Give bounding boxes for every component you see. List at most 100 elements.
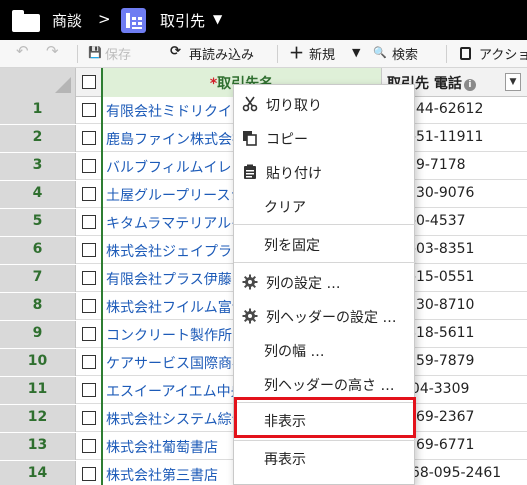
action-button[interactable]: アクショ [479,44,527,63]
menu-item-clear[interactable]: クリア [234,189,416,223]
row-checkbox-cell [76,97,102,124]
row-checkbox-cell [76,181,102,208]
highlight-box [234,397,416,438]
toolbar-divider [77,45,78,63]
menu-item-label: コピー [266,132,308,148]
menu-item-label: クリア [264,200,306,216]
toolbar-divider [446,45,447,63]
reload-icon: ⟳ [170,44,181,59]
database-icon [121,8,146,33]
row-checkbox[interactable] [82,383,96,397]
row-checkbox[interactable] [82,327,96,341]
undo-icon[interactable]: ↶ [16,42,29,60]
menu-item-label: 列ヘッダーの設定 … [266,310,397,326]
save-button[interactable]: 保存 [105,44,131,63]
select-all-cell [76,68,102,97]
row-number[interactable]: 11 [0,377,76,404]
copy-icon [243,131,257,146]
row-checkbox[interactable] [82,159,96,173]
row-checkbox[interactable] [82,467,96,481]
plus-icon: ＋ [289,44,305,62]
menu-divider [234,262,416,263]
row-checkbox[interactable] [82,243,96,257]
grid-corner[interactable] [0,68,76,97]
row-checkbox[interactable] [82,131,96,145]
row-checkbox[interactable] [82,299,96,313]
chevron-down-icon[interactable]: ▼ [213,12,222,26]
row-checkbox-cell [76,433,102,460]
scissors-icon [242,96,258,112]
row-checkbox-cell [76,237,102,264]
menu-item-cut[interactable]: 切り取り [234,87,416,121]
save-icon: 💾 [88,46,102,59]
select-all-checkbox[interactable] [82,75,96,89]
menu-item-column-width[interactable]: 列の幅 … [234,333,416,367]
row-checkbox[interactable] [82,355,96,369]
row-number[interactable]: 4 [0,181,76,208]
menu-divider [234,224,416,225]
menu-item-copy[interactable]: コピー [234,121,416,155]
gear-icon [242,308,258,324]
row-number[interactable]: 14 [0,461,76,485]
row-checkbox-cell [76,321,102,348]
row-number[interactable]: 3 [0,153,76,180]
column-menu-button[interactable]: ▼ [505,73,521,91]
row-checkbox-cell [76,349,102,376]
row-checkbox-cell [76,461,102,485]
row-number[interactable]: 9 [0,321,76,348]
row-checkbox[interactable] [82,215,96,229]
toolbar: ↶ ↷ 💾 保存 ⟳ 再読み込み ＋ 新規 ▼ 🔍 検索 アクショ [0,40,527,68]
clipboard-icon [460,47,471,60]
breadcrumb-separator: > [98,10,111,28]
row-checkbox-cell [76,405,102,432]
gear-icon [242,274,258,290]
menu-item-label: 切り取り [266,98,322,114]
menu-item-label: 列を固定 [264,238,320,254]
row-checkbox[interactable] [82,187,96,201]
title-bar: 商談 > 取引先 ▼ [0,0,527,40]
toolbar-divider [277,45,278,63]
row-number[interactable]: 2 [0,125,76,152]
row-number[interactable]: 6 [0,237,76,264]
context-menu: 切り取り コピー 貼り付け クリア 列を固定 列の設定 … 列ヘッダーの設定 …… [233,84,416,485]
folder-icon[interactable] [12,10,40,32]
menu-item-paste[interactable]: 貼り付け [234,155,416,189]
row-checkbox-cell [76,125,102,152]
breadcrumb-database[interactable]: 取引先 [160,10,205,31]
menu-item-header-settings[interactable]: 列ヘッダーの設定 … [234,299,416,333]
menu-item-column-settings[interactable]: 列の設定 … [234,265,416,299]
clipboard-icon [244,164,256,179]
menu-item-show[interactable]: 再表示 [234,441,416,475]
row-checkbox-cell [76,293,102,320]
row-checkbox-cell [76,153,102,180]
row-number[interactable]: 1 [0,97,76,124]
new-button[interactable]: 新規 [309,44,335,63]
search-icon: 🔍 [373,46,387,59]
new-dropdown-icon[interactable]: ▼ [352,46,360,59]
menu-item-label: 貼り付け [266,166,322,182]
info-icon[interactable]: i [463,79,476,91]
row-checkbox[interactable] [82,411,96,425]
row-number[interactable]: 5 [0,209,76,236]
search-button[interactable]: 検索 [392,44,418,63]
menu-item-label: 再表示 [264,452,306,468]
row-number[interactable]: 12 [0,405,76,432]
row-number[interactable]: 10 [0,349,76,376]
selected-column-indicator [101,68,103,485]
row-checkbox-cell [76,209,102,236]
row-number[interactable]: 8 [0,293,76,320]
reload-button[interactable]: 再読み込み [189,44,254,63]
menu-item-freeze-column[interactable]: 列を固定 [234,227,416,261]
menu-item-label: 列ヘッダーの高さ … [264,378,395,394]
row-checkbox[interactable] [82,271,96,285]
row-checkbox-cell [76,377,102,404]
row-number[interactable]: 13 [0,433,76,460]
menu-item-label: 列の幅 … [264,344,325,360]
row-number[interactable]: 7 [0,265,76,292]
row-checkbox[interactable] [82,103,96,117]
menu-item-header-height[interactable]: 列ヘッダーの高さ … [234,367,416,401]
row-checkbox-cell [76,265,102,292]
redo-icon[interactable]: ↷ [46,42,59,60]
row-checkbox[interactable] [82,439,96,453]
breadcrumb-app[interactable]: 商談 [52,10,82,31]
